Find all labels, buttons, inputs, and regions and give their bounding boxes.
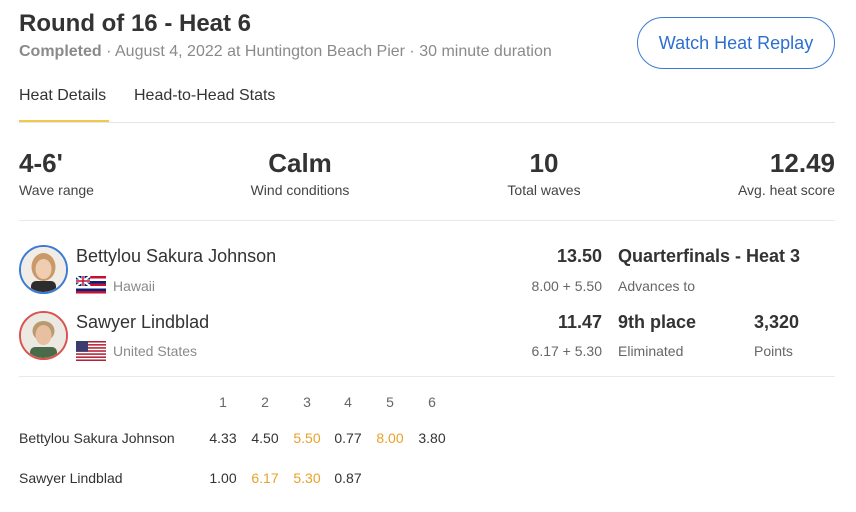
usa-flag-icon [76,341,106,361]
wave-row-surfer-name: Bettylou Sakura Johnson [19,430,175,446]
wave-number-header: 6 [428,394,436,410]
avatar[interactable] [19,245,68,294]
wave-number-header: 4 [344,394,352,410]
surfer-name[interactable]: Sawyer Lindblad [76,312,209,333]
stat-avg-heat-score: 12.49 Avg. heat score [738,149,835,198]
heat-details: · August 4, 2022 at Huntington Beach Pie… [101,43,552,60]
wave-row-surfer-name: Sawyer Lindblad [19,470,123,486]
wave-score: 0.87 [334,470,362,486]
surfer-result[interactable]: Quarterfinals - Heat 3 [618,246,800,267]
surfer-photo-icon [21,247,66,292]
wave-score: 3.80 [418,430,446,446]
surfer-country: Hawaii [113,278,156,294]
watch-heat-replay-button[interactable]: Watch Heat Replay [637,17,835,69]
stat-total-waves: 10 Total waves [494,149,594,198]
stat-wind-conditions: Calm Wind conditions [240,149,360,198]
stat-value: 4-6' [19,148,63,178]
wave-number-header: 5 [386,394,394,410]
wave-score-counted: 5.50 [293,430,321,446]
heat-title: Round of 16 - Heat 6 [19,10,252,37]
avatar[interactable] [19,311,68,360]
stat-value: Calm [268,148,332,178]
wave-number-header: 1 [219,394,227,410]
wave-number-header: 3 [303,394,311,410]
stat-label: Wind conditions [250,182,350,198]
wave-score: 4.50 [251,430,279,446]
stat-label: Wave range [19,182,94,198]
surfer-points: 3,320 [754,312,800,332]
surfer-photo-icon [21,313,66,358]
tab-head-to-head-stats[interactable]: Head-to-Head Stats [134,87,275,122]
tab-bar: Heat Details Head-to-Head Stats [19,87,835,123]
wave-score-counted: 5.30 [293,470,321,486]
surfer-result-label: Eliminated [618,343,684,359]
divider [19,220,835,221]
surfer-total-score: 11.47 [557,312,602,332]
surfer-points-label: Points [754,343,793,359]
divider [19,376,835,377]
heat-subtitle: Completed · August 4, 2022 at Huntington… [19,43,552,61]
wave-number-header: 2 [261,394,269,410]
surfer-result-label: Advances to [618,278,696,294]
stat-value: 12.49 [769,148,835,178]
wave-score: 4.33 [209,430,237,446]
surfer-name[interactable]: Bettylou Sakura Johnson [76,246,276,267]
tab-heat-details[interactable]: Heat Details [19,87,109,122]
wave-score: 1.00 [209,470,237,486]
wave-score-counted: 8.00 [376,430,404,446]
heat-status: Completed [19,43,102,60]
stat-label: Total waves [507,182,581,198]
surfer-country: United States [113,343,198,359]
stat-label: Avg. heat score [737,182,835,198]
surfer-result: 9th place [618,312,697,332]
hawaii-flag-icon [76,276,106,296]
surfer-score-breakdown: 6.17 + 5.30 [531,343,602,359]
stat-value: 10 [529,148,559,178]
wave-score: 0.77 [334,430,362,446]
surfer-score-breakdown: 8.00 + 5.50 [531,278,602,294]
stat-wave-range: 4-6' Wave range [19,149,94,198]
surfer-total-score: 13.50 [556,246,602,266]
wave-score-counted: 6.17 [251,470,279,486]
